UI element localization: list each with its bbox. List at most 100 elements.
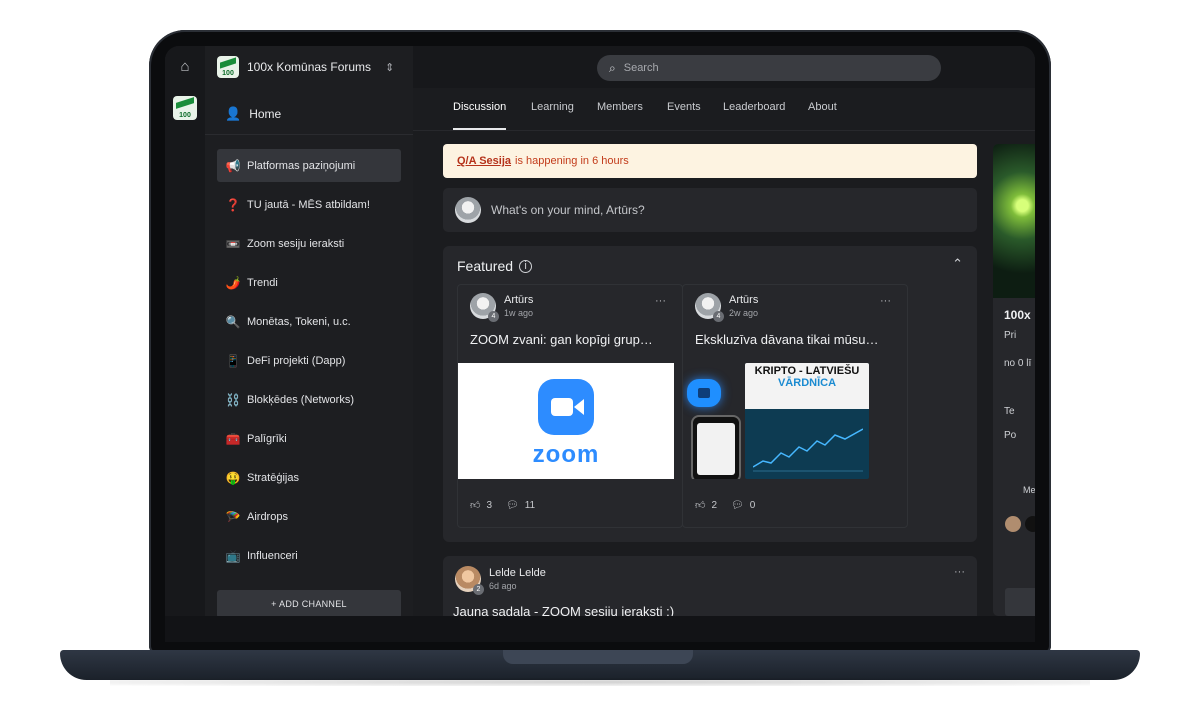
avatar[interactable]: 4: [470, 293, 499, 322]
channel-label: Platformas paziņojumi: [247, 159, 356, 172]
logo-bar: [176, 97, 194, 109]
members-stat: Me: [1023, 485, 1035, 495]
top-bar: ⌕: [413, 46, 1035, 88]
comment-count: 0: [749, 499, 756, 511]
search-box[interactable]: ⌕: [597, 55, 941, 81]
app-screen: ⌂ 100 100 100x Komūnas Forums ⇕ 👤 Home 📢…: [165, 46, 1035, 616]
post-time: 2w ago: [729, 308, 759, 318]
comment-button[interactable]: 💬︎ 0: [731, 500, 755, 511]
community-info-panel: 100x Pri no 0 lī Te Po Me: [993, 144, 1035, 616]
chevron-up-icon[interactable]: ⌃: [952, 256, 963, 272]
comment-count: 11: [524, 499, 536, 511]
community-description: no 0 lī: [1004, 358, 1032, 369]
like-button[interactable]: 👍︎ 3: [470, 499, 492, 512]
home-icon[interactable]: ⌂: [175, 58, 195, 78]
phone-screen: [697, 423, 735, 475]
search-input[interactable]: [621, 61, 906, 75]
info-icon[interactable]: i: [519, 259, 533, 273]
featured-post-card[interactable]: 4 Artūrs 1w ago ··· ZOOM zvani: gan kopī…: [457, 284, 683, 528]
more-options-icon[interactable]: ···: [655, 295, 666, 307]
channel-label: Airdrops: [247, 510, 288, 523]
thumbs-up-icon: 👍︎: [470, 500, 481, 511]
phone-graphic: [691, 415, 741, 479]
sidebar-channel-item[interactable]: 🌶️ Trendi: [217, 266, 401, 299]
link-item[interactable]: Te: [1004, 406, 1015, 417]
comment-icon: 💬︎: [506, 499, 519, 511]
community-switcher-logo[interactable]: 100: [173, 96, 197, 120]
channel-label: Trendi: [247, 276, 278, 289]
zoom-wordmark: zoom: [532, 441, 600, 468]
tab-events[interactable]: Events: [667, 88, 701, 130]
avatar[interactable]: 2: [455, 566, 484, 595]
tab-discussion[interactable]: Discussion: [453, 88, 507, 130]
tab-members[interactable]: Members: [597, 88, 643, 130]
search-icon: ⌕: [609, 60, 616, 75]
laptop-shadow: [110, 678, 1090, 686]
chevron-up-down-icon: ⇕: [385, 61, 395, 74]
post-author[interactable]: Lelde Lelde: [489, 567, 546, 579]
community-logo: 100: [217, 56, 239, 78]
channel-emoji-icon: 📱: [225, 353, 241, 368]
feed-post[interactable]: 2 Lelde Lelde 6d ago ··· Jauna sadaļa - …: [443, 556, 977, 616]
app-rail: ⌂ 100: [165, 46, 206, 616]
channel-emoji-icon: 📼: [225, 236, 241, 251]
event-link[interactable]: Q/A Sesija: [457, 155, 511, 167]
logo-bar: [220, 57, 236, 69]
sidebar-channel-item[interactable]: 📺 Influenceri: [217, 539, 401, 572]
sidebar-channel-item[interactable]: 📢 Platformas paziņojumi: [217, 149, 401, 182]
community-selector[interactable]: 100 100x Komūnas Forums ⇕: [217, 56, 394, 78]
channel-label: Blokķēdes (Networks): [247, 393, 354, 406]
more-options-icon[interactable]: ···: [880, 295, 891, 307]
post-title[interactable]: Ekskluzīva dāvana tikai mūsu…: [695, 332, 899, 347]
post-author[interactable]: Artūrs: [504, 294, 533, 306]
sidebar-channel-item[interactable]: 📼 Zoom sesiju ieraksti: [217, 227, 401, 260]
tab-bar: Discussion Learning Members Events Leade…: [413, 88, 1035, 131]
tab-about[interactable]: About: [808, 88, 837, 130]
sidebar-channel-item[interactable]: 🪂 Airdrops: [217, 500, 401, 533]
channel-label: Stratēģijas: [247, 471, 299, 484]
avatar: [455, 197, 481, 223]
channel-emoji-icon: 📺: [225, 548, 241, 563]
cloud-lock-icon: [687, 379, 721, 407]
post-author[interactable]: Artūrs: [729, 294, 758, 306]
post-header: 4 Artūrs 2w ago: [695, 293, 759, 322]
tab-leaderboard[interactable]: Leaderboard: [723, 88, 785, 130]
level-badge: 2: [473, 584, 484, 595]
tab-learning[interactable]: Learning: [531, 88, 574, 130]
avatar[interactable]: [1025, 516, 1035, 532]
channel-emoji-icon: 🧰: [225, 431, 241, 446]
sidebar-item-label: Home: [249, 107, 282, 121]
post-image-zoom[interactable]: zoom: [458, 363, 674, 479]
book-title: KRIPTO - LATVIEŠU: [754, 365, 860, 377]
sidebar-item-home[interactable]: 👤 Home: [225, 106, 281, 122]
video-camera-icon: [538, 379, 594, 435]
sidebar-channel-item[interactable]: ⛓️ Blokķēdes (Networks): [217, 383, 401, 416]
sidebar-channel-item[interactable]: 🔍 Monētas, Tokeni, u.c.: [217, 305, 401, 338]
post-title[interactable]: Jauna sadaļa - ZOOM sesiju ieraksti :): [453, 604, 674, 616]
invite-button[interactable]: [1005, 588, 1035, 616]
post-stats: 👍︎ 2 💬︎ 0: [695, 499, 755, 512]
more-options-icon[interactable]: ···: [954, 566, 965, 578]
avatar[interactable]: 4: [695, 293, 724, 322]
sidebar-channel-item[interactable]: 🤑 Stratēģijas: [217, 461, 401, 494]
logo-text: 100: [179, 112, 191, 119]
link-item[interactable]: Po: [1004, 430, 1016, 441]
featured-post-card[interactable]: 4 Artūrs 2w ago ··· Ekskluzīva dāvana ti…: [682, 284, 908, 528]
channel-emoji-icon: 📢: [225, 158, 241, 173]
channel-label: TU jautā - MĒS atbildam!: [247, 198, 370, 211]
sidebar-channel-item[interactable]: 🧰 Palīgrīki: [217, 422, 401, 455]
candlestick-graphic: [753, 428, 863, 472]
community-name: 100x Komūnas Forums: [247, 60, 372, 74]
logo-text: 100: [222, 70, 234, 77]
add-channel-button[interactable]: + ADD CHANNEL: [217, 590, 401, 616]
comment-button[interactable]: 💬︎ 11: [506, 500, 535, 511]
post-stats: 👍︎ 3 💬︎ 11: [470, 499, 535, 512]
sidebar-channel-item[interactable]: 📱 DeFi projekti (Dapp): [217, 344, 401, 377]
post-title[interactable]: ZOOM zvani: gan kopīgi grup…: [470, 332, 674, 347]
post-composer[interactable]: What's on your mind, Artūrs?: [443, 188, 977, 232]
post-image-dictionary[interactable]: KRIPTO - LATVIEŠU VĀRDNĪCA: [683, 363, 899, 479]
avatar[interactable]: [1005, 516, 1021, 532]
privacy-label: Pri: [1004, 330, 1017, 341]
like-button[interactable]: 👍︎ 2: [695, 499, 717, 512]
sidebar-channel-item[interactable]: ❓ TU jautā - MĒS atbildam!: [217, 188, 401, 221]
